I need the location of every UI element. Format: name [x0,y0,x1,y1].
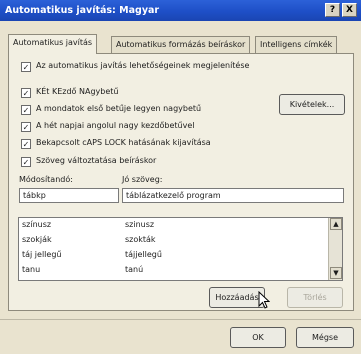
exceptions-button[interactable]: Kivételek... [279,94,345,115]
list-item[interactable]: tanu tanú [19,263,328,278]
entry-to: szinusz [125,220,155,229]
entry-from: szokják [22,235,52,244]
title-bar: Automatikus javítás: Magyar ? X [0,0,361,21]
help-button[interactable]: ? [325,3,340,17]
show-buttons-checkbox[interactable]: ✓ [21,62,31,72]
close-button[interactable]: X [342,3,357,17]
entry-from: színusz [22,220,52,229]
delete-button[interactable]: Törlés [287,287,343,308]
two-initial-caps-checkbox[interactable]: ✓ [21,88,31,98]
entry-to: tájjellegű [125,250,162,259]
scroll-down-arrow-icon[interactable]: ▼ [330,267,342,279]
autocorrect-entries-list[interactable]: színusz szinusz szokják szokták táj jell… [18,217,343,281]
replace-text-checkbox[interactable]: ✓ [21,157,31,167]
list-item[interactable]: szokják szokták [19,233,328,248]
replace-input[interactable]: tábkp [19,188,119,203]
replace-field-label: Módosítandó: [19,175,73,184]
caps-lock-option[interactable]: ✓ Bekapcsolt cAPS LOCK hatásának kijavítá… [21,138,211,151]
entry-from: tanu [22,265,41,274]
show-buttons-label: Az automatikus javítás lehetőségeinek me… [36,61,250,70]
with-input[interactable]: táblázatkezelő program [122,188,344,203]
ok-button[interactable]: OK [230,327,286,348]
capitalize-sentence-option[interactable]: ✓ A mondatok első betűje legyen nagybetű [21,104,201,117]
caps-lock-checkbox[interactable]: ✓ [21,139,31,149]
entry-to: tanú [125,265,144,274]
tab-autoformat-as-you-type[interactable]: Automatikus formázás beíráskor [111,36,251,53]
caps-lock-label: Bekapcsolt cAPS LOCK hatásának kijavítás… [36,138,211,147]
tab-strip: Automatikus javítás Automatikus formázás… [8,34,354,54]
replace-text-label: Szöveg változtatása beíráskor [36,156,157,165]
entry-to: szokták [125,235,156,244]
list-scrollbar[interactable]: ▲ ▼ [328,218,342,280]
dialog-divider [0,319,361,320]
two-initial-caps-label: KÉt KEzdő NAgybetű [36,87,119,96]
replace-text-option[interactable]: ✓ Szöveg változtatása beíráskor [21,156,156,169]
list-item[interactable]: táj jellegű tájjellegű [19,248,328,263]
with-field-label: Jó szöveg: [122,175,163,184]
scroll-up-arrow-icon[interactable]: ▲ [330,218,342,230]
tab-autocorrect[interactable]: Automatikus javítás [8,34,98,54]
capitalize-days-checkbox[interactable]: ✓ [21,122,31,132]
cancel-button[interactable]: Mégse [296,327,354,348]
mouse-pointer-icon [258,291,270,309]
list-item[interactable]: színusz szinusz [19,218,328,233]
add-button[interactable]: Hozzáadás [209,287,265,308]
two-initial-caps-option[interactable]: ✓ KÉt KEzdő NAgybetű [21,87,118,100]
capitalize-sentence-label: A mondatok első betűje legyen nagybetű [36,104,202,113]
entry-from: táj jellegű [22,250,62,259]
show-buttons-option[interactable]: ✓ Az automatikus javítás lehetőségeinek m… [21,61,249,74]
capitalize-sentence-checkbox[interactable]: ✓ [21,105,31,115]
capitalize-days-option[interactable]: ✓ A hét napjai angolul nagy kezdőbetűvel [21,121,195,134]
capitalize-days-label: A hét napjai angolul nagy kezdőbetűvel [36,121,195,130]
tab-smart-tags[interactable]: Intelligens címkék [255,36,338,53]
window-title: Automatikus javítás: Magyar [5,5,160,16]
